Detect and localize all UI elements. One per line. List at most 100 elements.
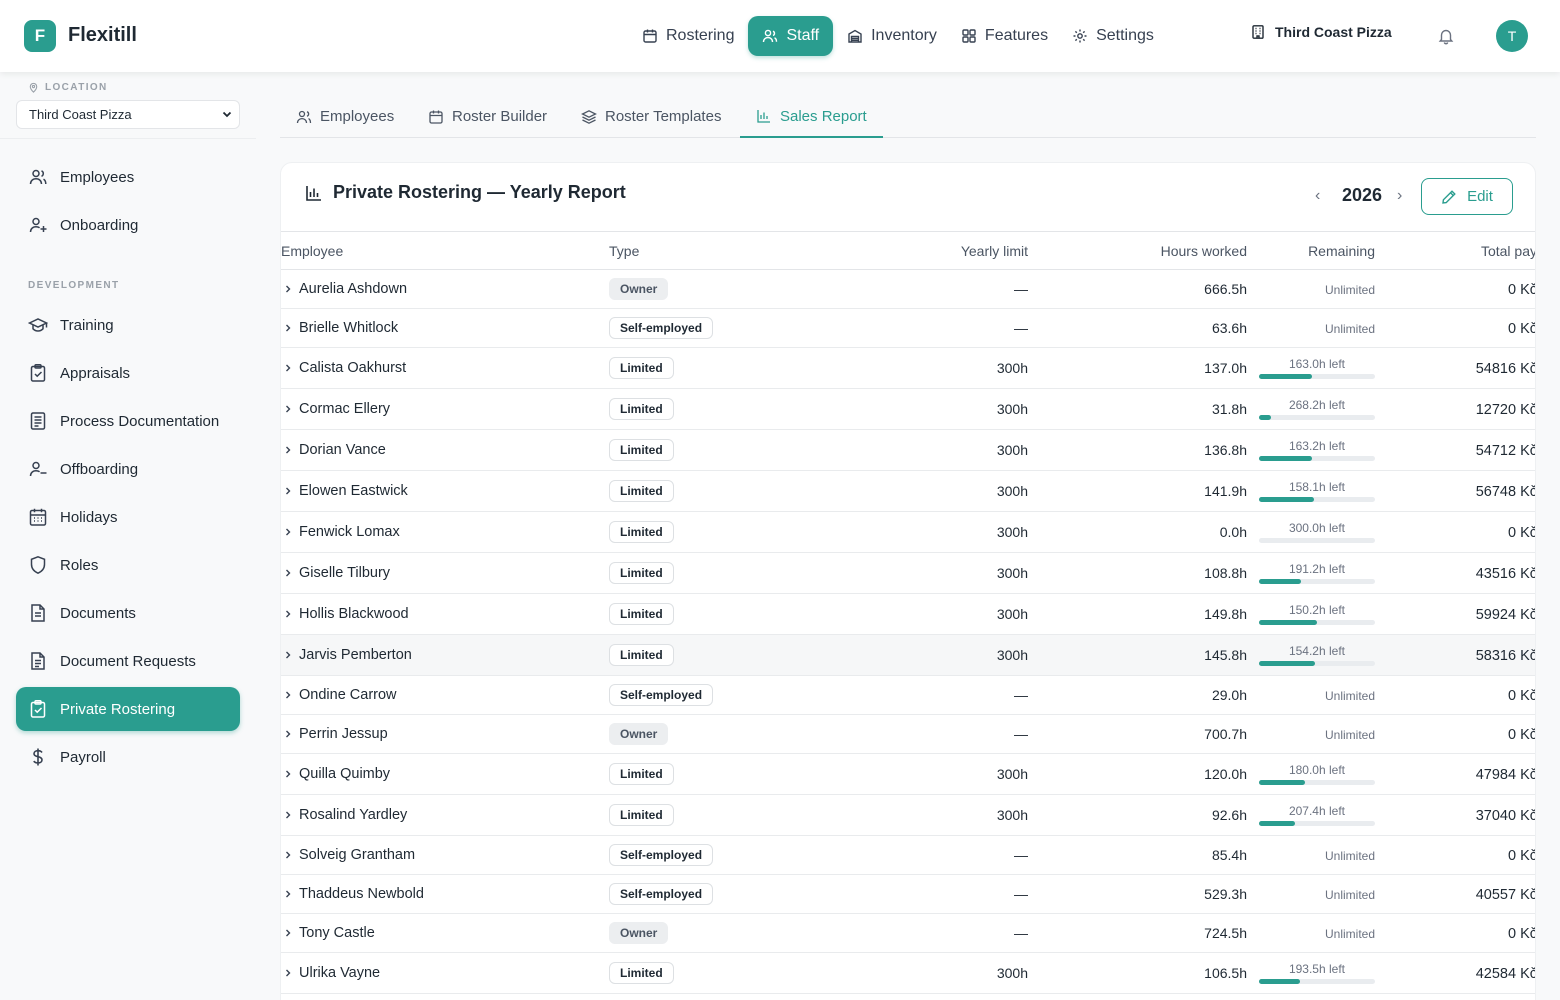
table-row[interactable]: Cormac Ellery Limited 300h 31.8h 268.2h left… — [281, 388, 1535, 430]
cell-employee[interactable]: Calista Oakhurst — [281, 347, 609, 389]
col-total-pay[interactable]: Total pay — [1375, 231, 1535, 270]
nav-rostering[interactable]: Rostering — [632, 16, 744, 56]
cell-yearly-limit: 300h — [809, 470, 1028, 512]
table-row[interactable]: Tony Castle Owner — 724.5h Unlimited 0 Kč — [281, 913, 1535, 953]
cell-employee[interactable]: Perrin Jessup — [281, 714, 609, 754]
sidebar-item-training[interactable]: Training — [16, 303, 240, 347]
cell-employee[interactable]: Dorian Vance — [281, 429, 609, 471]
tab-roster-builder[interactable]: Roster Builder — [412, 96, 563, 137]
sidebar-item-documents[interactable]: Documents — [16, 591, 240, 635]
chevron-right-icon[interactable] — [283, 690, 293, 700]
nav-location[interactable]: Third Coast Pizza — [1250, 24, 1392, 40]
next-year-button[interactable]: › — [1397, 187, 1402, 205]
cell-employee[interactable]: Thaddeus Newbold — [281, 874, 609, 914]
chevron-right-icon[interactable] — [283, 729, 293, 739]
tab-sales-report[interactable]: Sales Report — [740, 96, 883, 138]
chevron-right-icon[interactable] — [283, 445, 293, 455]
cell-employee[interactable]: Aurelia Ashdown — [281, 269, 609, 309]
remaining-bar-fill — [1259, 456, 1312, 461]
cell-employee[interactable]: Elowen Eastwick — [281, 470, 609, 512]
table-row[interactable]: Dorian Vance Limited 300h 136.8h 163.2h left… — [281, 429, 1535, 471]
table-row[interactable]: Giselle Tilbury Limited 300h 108.8h 191.2h l… — [281, 552, 1535, 594]
cell-employee[interactable]: Ulrika Vayne — [281, 952, 609, 994]
chevron-right-icon[interactable] — [283, 850, 293, 860]
col-hours-worked[interactable]: Hours worked — [1028, 231, 1247, 270]
bell-icon[interactable] — [1437, 27, 1455, 45]
table-row[interactable]: Perrin Jessup Owner — 700.7h Unlimited 0 Kč — [281, 714, 1535, 754]
chevron-right-icon[interactable] — [283, 769, 293, 779]
table-row[interactable]: Fenwick Lomax Limited 300h 0.0h 300.0h left 0… — [281, 511, 1535, 553]
table-row[interactable]: Thaddeus Newbold Self-employed — 529.3h Unli… — [281, 874, 1535, 914]
sidebar-item-document-requests[interactable]: Document Requests — [16, 639, 240, 683]
table-row[interactable]: Solveig Grantham Self-employed — 85.4h Unlim… — [281, 835, 1535, 875]
chevron-right-icon[interactable] — [283, 968, 293, 978]
col-type[interactable]: Type — [609, 231, 809, 270]
chevron-right-icon[interactable] — [283, 363, 293, 373]
cell-employee[interactable]: Hollis Blackwood — [281, 593, 609, 635]
user-avatar[interactable]: T — [1496, 20, 1528, 52]
app-logo[interactable]: F — [24, 20, 56, 52]
sidebar-item-roles[interactable]: Roles — [16, 543, 240, 587]
table-row[interactable]: Elowen Eastwick Limited 300h 141.9h 158.1h l… — [281, 470, 1535, 512]
sidebar-item-process-documentation[interactable]: Process Documentation — [16, 399, 240, 443]
chevron-right-icon[interactable] — [283, 486, 293, 496]
remaining-progress: 158.1h left — [1259, 480, 1375, 502]
sidebar-item-holidays[interactable]: Holidays — [16, 495, 240, 539]
cell-employee[interactable]: Cormac Ellery — [281, 388, 609, 430]
location-select[interactable]: Third Coast Pizza — [16, 100, 240, 129]
nav-features[interactable]: Features — [951, 16, 1058, 56]
cell-employee[interactable]: Jarvis Pemberton — [281, 634, 609, 676]
sidebar-item-offboarding[interactable]: Offboarding — [16, 447, 240, 491]
table-row[interactable]: Ondine Carrow Self-employed — 29.0h Unlimite… — [281, 675, 1535, 715]
chevron-right-icon[interactable] — [283, 527, 293, 537]
table-row[interactable]: Brielle Whitlock Self-employed — 63.6h Unlim… — [281, 308, 1535, 348]
graduation-cap-icon — [28, 318, 48, 332]
cell-employee[interactable]: Brielle Whitlock — [281, 308, 609, 348]
app-brand[interactable]: Flexitill — [68, 24, 137, 47]
remaining-progress: 207.4h left — [1259, 804, 1375, 826]
table-row[interactable]: Rosalind Yardley Limited 300h 92.6h 207.4h l… — [281, 794, 1535, 836]
chevron-right-icon[interactable] — [283, 650, 293, 660]
table-row[interactable]: Jarvis Pemberton Limited 300h 145.8h 154.2h … — [281, 634, 1535, 676]
chevron-right-icon[interactable] — [283, 609, 293, 619]
table-row[interactable]: Quilla Quimby Limited 300h 120.0h 180.0h lef… — [281, 753, 1535, 795]
sub-tabs: Employees Roster Builder Roster Template… — [280, 96, 1536, 138]
tab-employees[interactable]: Employees — [280, 96, 410, 137]
cell-employee[interactable]: Fenwick Lomax — [281, 511, 609, 553]
cell-employee[interactable]: Rosalind Yardley — [281, 794, 609, 836]
nav-settings[interactable]: Settings — [1062, 16, 1164, 56]
tab-roster-templates[interactable]: Roster Templates — [565, 96, 737, 137]
chevron-right-icon[interactable] — [283, 889, 293, 899]
cell-employee[interactable]: Tony Castle — [281, 913, 609, 953]
chevron-right-icon[interactable] — [283, 323, 293, 333]
table-row[interactable]: Calista Oakhurst Limited 300h 137.0h 163.0h … — [281, 347, 1535, 389]
cell-remaining: Unlimited — [1247, 714, 1375, 754]
remaining-bar-fill — [1259, 821, 1295, 826]
sidebar-item-payroll[interactable]: Payroll — [16, 735, 240, 779]
cell-employee[interactable]: Giselle Tilbury — [281, 552, 609, 594]
chevron-right-icon[interactable] — [283, 810, 293, 820]
cell-employee[interactable]: Ondine Carrow — [281, 675, 609, 715]
nav-inventory[interactable]: Inventory — [837, 16, 947, 56]
cell-employee[interactable]: Solveig Grantham — [281, 835, 609, 875]
cell-employee[interactable]: Quilla Quimby — [281, 753, 609, 795]
col-remaining[interactable]: Remaining — [1247, 231, 1375, 270]
sidebar-item-onboarding[interactable]: Onboarding — [16, 203, 240, 247]
edit-button[interactable]: Edit — [1421, 178, 1513, 215]
sidebar-item-appraisals[interactable]: Appraisals — [16, 351, 240, 395]
table-row[interactable]: Hollis Blackwood Limited 300h 149.8h 150.2h … — [281, 593, 1535, 635]
table-row[interactable]: Ulrika Vayne Limited 300h 106.5h 193.5h left… — [281, 952, 1535, 994]
previous-year-button[interactable]: ‹ — [1315, 187, 1320, 205]
chevron-right-icon[interactable] — [283, 568, 293, 578]
cell-remaining: 154.2h left — [1247, 634, 1375, 676]
col-yearly-limit[interactable]: Yearly limit — [809, 231, 1028, 270]
chevron-right-icon[interactable] — [283, 284, 293, 294]
table-row[interactable]: Aurelia Ashdown Owner — 666.5h Unlimited 0 Kč — [281, 269, 1535, 309]
chevron-right-icon[interactable] — [283, 404, 293, 414]
sidebar-item-employees[interactable]: Employees — [16, 155, 240, 199]
chevron-right-icon[interactable] — [283, 928, 293, 938]
col-employee[interactable]: Employee — [281, 231, 609, 270]
remaining-bar-fill — [1259, 415, 1272, 420]
sidebar-item-private-rostering[interactable]: Private Rostering — [16, 687, 240, 731]
nav-staff[interactable]: Staff — [748, 16, 834, 56]
